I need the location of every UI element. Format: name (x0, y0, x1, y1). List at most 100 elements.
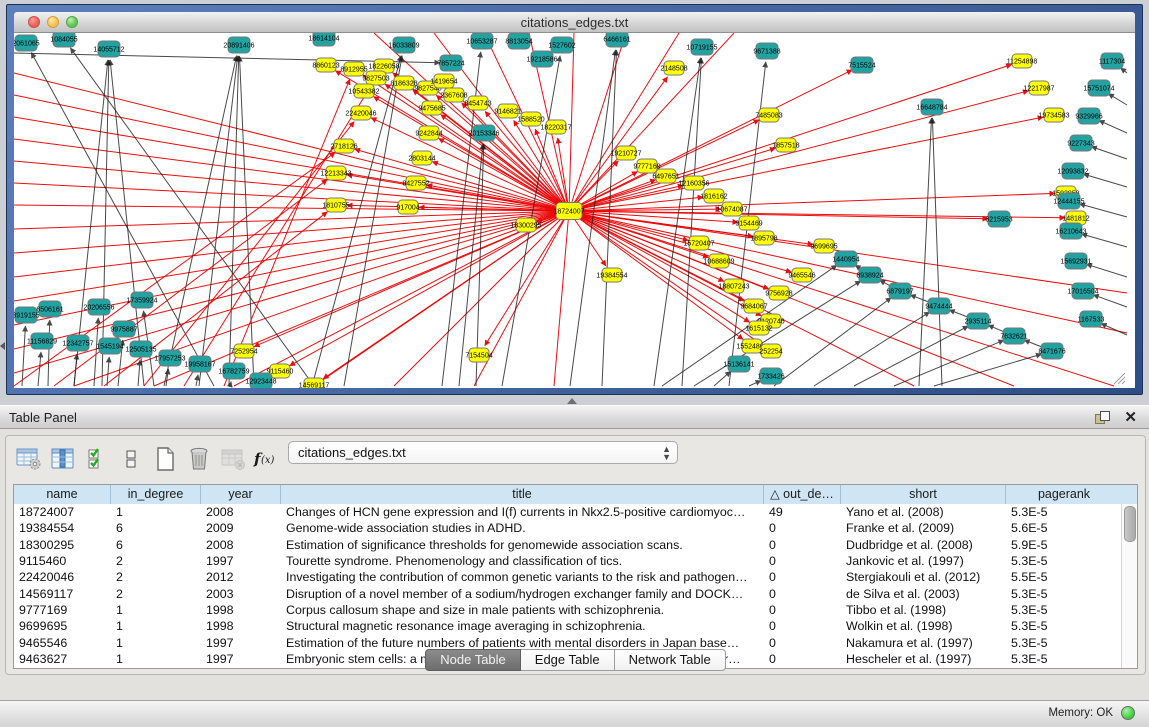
graph-node[interactable]: 9827503 (362, 71, 389, 85)
graph-node[interactable]: 12923448 (245, 373, 276, 388)
table-cell[interactable]: Estimation of significance thresholds fo… (281, 537, 764, 553)
table-cell[interactable]: Corpus callosum shape and size in male p… (281, 602, 764, 618)
graph-node[interactable]: 6466161 (603, 33, 630, 47)
graph-node[interactable]: 8454743 (464, 96, 491, 110)
float-panel-icon[interactable] (1095, 411, 1109, 424)
graph-node[interactable]: 9699695 (810, 239, 837, 253)
graph-node[interactable]: 1545194 (96, 338, 123, 354)
graph-node[interactable]: 16648784 (916, 99, 947, 115)
column-header-pagerank[interactable]: pagerank (1006, 485, 1122, 504)
graph-node[interactable]: 9329966 (1075, 108, 1102, 124)
graph-node[interactable]: 7515524 (848, 57, 875, 73)
graph-node[interactable]: 1440954 (832, 251, 859, 267)
table-cell[interactable]: Wolkin et al. (1998) (841, 618, 1006, 634)
column-header-out_de[interactable]: △ out_de… (764, 485, 841, 504)
graph-node[interactable]: 10543382 (348, 84, 379, 98)
table-cell[interactable]: Franke et al. (2009) (841, 520, 1006, 536)
graph-node[interactable]: 1615132 (745, 321, 772, 335)
graph-node[interactable]: 12217987 (1023, 81, 1054, 95)
graph-node[interactable]: 2935114 (965, 313, 992, 329)
table-cell[interactable]: 2003 (201, 586, 281, 602)
table-cell[interactable]: Dudbridge et al. (2008) (841, 537, 1006, 553)
graph-node[interactable]: 7154504 (465, 348, 492, 362)
table-cell[interactable]: 18724007 (14, 504, 111, 520)
graph-node[interactable]: 6879197 (886, 283, 913, 299)
table-cell[interactable]: 22420046 (14, 569, 111, 585)
graph-node[interactable]: 12213343 (320, 166, 351, 180)
graph-node[interactable]: 2148508 (660, 61, 687, 75)
graph-node[interactable]: 15692931 (1060, 253, 1091, 269)
graph-node[interactable]: 16210643 (1055, 223, 1086, 239)
graph-node[interactable]: 252254 (759, 344, 782, 358)
table-cell[interactable]: 1998 (201, 618, 281, 634)
graph-node[interactable]: 10653287 (466, 33, 497, 49)
graph-node[interactable]: 12342757 (62, 335, 93, 351)
table-row[interactable]: 1938455462009Genome-wide association stu… (14, 520, 1122, 536)
graph-node[interactable]: 15751074 (1083, 80, 1114, 96)
graph-node[interactable]: 10719155 (686, 39, 717, 55)
graph-node[interactable]: 8427552 (402, 176, 429, 190)
graph-node[interactable]: 19958167 (184, 356, 215, 372)
table-row[interactable]: 911546021997Tourette syndrome. Phenomeno… (14, 553, 1122, 569)
graph-node[interactable]: 2803144 (408, 151, 435, 165)
column-header-year[interactable]: year (201, 485, 281, 504)
table-cell[interactable]: Disruption of a novel member of a sodium… (281, 586, 764, 602)
table-cell[interactable]: Tourette syndrome. Phenomenology and cla… (281, 553, 764, 569)
column-header-short[interactable]: short (841, 485, 1006, 504)
node-table[interactable]: namein_degreeyeartitle△ out_de…shortpage… (13, 484, 1138, 669)
graph-node[interactable]: 17359924 (126, 292, 157, 308)
table-header-row[interactable]: namein_degreeyeartitle△ out_de…shortpage… (14, 485, 1137, 505)
table-cell[interactable]: 9699695 (14, 618, 111, 634)
table-row[interactable]: 969969511998Structural magnetic resonanc… (14, 618, 1122, 634)
function-builder-icon[interactable]: f(x) (250, 444, 284, 474)
table-cell[interactable]: 14569117 (14, 586, 111, 602)
graph-node[interactable]: 1857518 (772, 138, 799, 152)
graph-node[interactable]: 9756928 (765, 286, 792, 300)
table-cell[interactable]: 5.3E-5 (1006, 553, 1122, 569)
graph-node[interactable]: 917004 (396, 200, 419, 214)
table-cell[interactable]: 49 (764, 504, 841, 520)
graph-node[interactable]: 6497651 (652, 169, 679, 183)
table-cell[interactable]: 1 (111, 602, 201, 618)
table-cell[interactable]: Yano et al. (2008) (841, 504, 1006, 520)
table-cell[interactable]: 0 (764, 537, 841, 553)
graph-node[interactable]: 20891406 (223, 37, 254, 53)
graph-node[interactable]: 15136141 (723, 356, 754, 372)
graph-node[interactable]: 8471676 (1038, 343, 1065, 359)
table-cell[interactable]: Genome-wide association studies in ADHD. (281, 520, 764, 536)
graph-node[interactable]: 9465546 (788, 268, 815, 282)
table-cell[interactable]: 1997 (201, 553, 281, 569)
graph-node[interactable]: 18724007 (553, 203, 584, 220)
table-cell[interactable]: 2008 (201, 504, 281, 520)
graph-node[interactable]: 1810755 (322, 198, 349, 212)
table-cell[interactable]: 6 (111, 520, 201, 536)
memory-status-indicator[interactable] (1121, 706, 1135, 720)
network-canvas[interactable]: 1872400788601238912955182260589827503105… (14, 33, 1135, 388)
graph-node[interactable]: 14055712 (93, 41, 124, 57)
column-header-in_degree[interactable]: in_degree (111, 485, 201, 504)
rows-icon[interactable] (114, 444, 148, 474)
table-cell[interactable]: 5.3E-5 (1006, 618, 1122, 634)
table-cell[interactable]: de Silva et al. (2003) (841, 586, 1006, 602)
table-cell[interactable]: Stergiakouli et al. (2012) (841, 569, 1006, 585)
graph-node[interactable]: 7632621 (1000, 328, 1027, 344)
resize-grip-icon[interactable] (1114, 373, 1125, 384)
graph-node[interactable]: 9475685 (418, 101, 445, 115)
table-cell[interactable]: 2012 (201, 569, 281, 585)
graph-node[interactable]: 1733426 (757, 368, 784, 384)
table-cell[interactable]: Investigating the contribution of common… (281, 569, 764, 585)
table-cell[interactable]: 6 (111, 537, 201, 553)
window-titlebar[interactable]: citations_edges.txt (14, 12, 1135, 33)
table-cell[interactable]: 0 (764, 520, 841, 536)
table-cell[interactable]: 1 (111, 618, 201, 634)
graph-node[interactable]: 7485083 (755, 108, 782, 122)
graph-node[interactable]: 2718126 (330, 139, 357, 153)
table-cell[interactable]: 18300295 (14, 537, 111, 553)
table-row[interactable]: 1830029562008Estimation of significance … (14, 537, 1122, 553)
table-cell[interactable]: 2009 (201, 520, 281, 536)
table-cell[interactable]: 1 (111, 504, 201, 520)
graph-node[interactable]: 16033809 (388, 37, 419, 53)
left-split-collapse-handle[interactable] (0, 342, 5, 350)
table-cell[interactable]: Changes of HCN gene expression and I(f) … (281, 504, 764, 520)
close-panel-icon[interactable]: ✕ (1124, 408, 1137, 426)
